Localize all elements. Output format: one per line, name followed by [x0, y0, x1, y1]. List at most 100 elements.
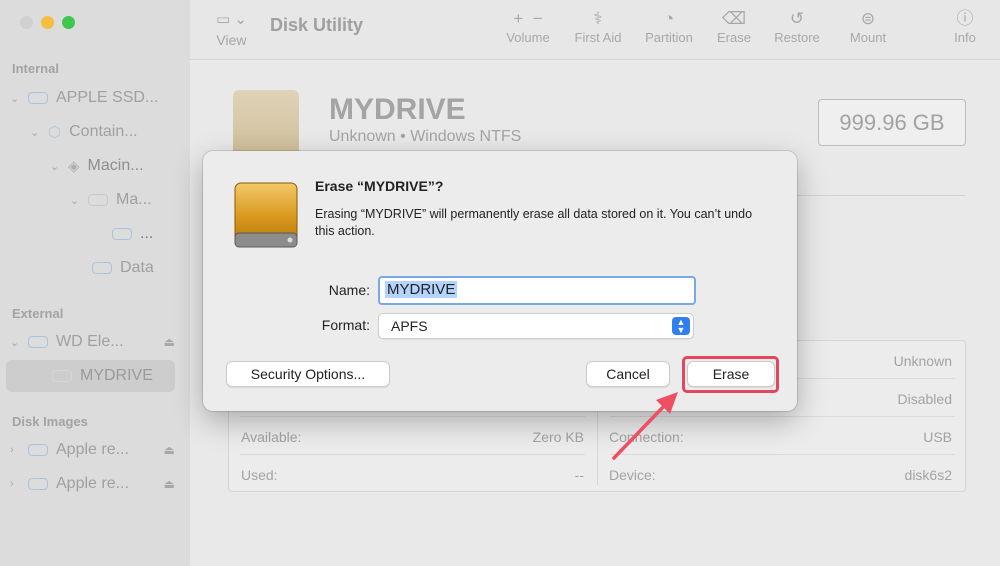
info-row-divider — [240, 454, 585, 455]
disk-icon — [28, 478, 48, 490]
sidebar-item-label: Macin... — [87, 157, 144, 174]
volume-label: Volume — [506, 30, 550, 45]
toolbar: ▭ ⌄ View Disk Utility + − Volume ⚕ First… — [190, 0, 1000, 60]
layers-icon: ◈ — [68, 158, 80, 175]
disk-icon — [28, 336, 48, 348]
plus-minus-icon: + − — [513, 9, 543, 28]
sidebar-item-macintosh[interactable]: ⌄ ◈ Macin... — [50, 153, 144, 179]
used-value: -- — [574, 467, 584, 483]
chevron-down-icon[interactable]: ⌄ — [70, 194, 80, 207]
erase-label: Erase — [717, 30, 751, 45]
sidebar-section-internal: Internal — [12, 61, 59, 76]
info-value-1: Unknown — [893, 353, 952, 369]
sidebar-item-apple-restore-1[interactable]: › Apple re... ⏏ — [10, 437, 175, 463]
used-label: Used: — [241, 467, 278, 483]
pie-icon: ◔ — [663, 9, 675, 28]
sidebar-section-disk-images: Disk Images — [12, 414, 88, 429]
sidebar-item-container[interactable]: ⌄ ⬡ Contain... — [30, 119, 138, 145]
chevron-down-icon[interactable]: ⌄ — [50, 160, 60, 173]
sidebar-toggle-icon: ▭ ⌄ — [216, 11, 247, 28]
mount-label: Mount — [849, 30, 887, 45]
available-label: Available: — [241, 429, 302, 445]
sidebar-item-data[interactable]: Data — [92, 255, 154, 281]
info-label: Info — [954, 30, 976, 45]
zoom-window-button[interactable] — [62, 16, 75, 29]
sidebar-item-label: Contain... — [69, 123, 138, 140]
name-input-value: MYDRIVE — [385, 281, 458, 298]
restore-button[interactable]: ↺ Restore — [770, 8, 824, 45]
sidebar-item-label: Apple re... — [56, 441, 129, 458]
format-select-value: APFS — [391, 318, 428, 334]
device-label: Device: — [609, 467, 656, 483]
disk-icon — [52, 370, 72, 382]
sidebar-item-apple-restore-2[interactable]: › Apple re... ⏏ — [10, 471, 175, 497]
eject-icon[interactable]: ⏏ — [164, 477, 175, 491]
name-label: Name: — [328, 282, 370, 298]
restore-icon: ↺ — [789, 9, 805, 28]
eject-icon[interactable]: ⏏ — [164, 335, 175, 349]
disk-icon — [88, 194, 108, 206]
partition-button[interactable]: ◔ Partition — [640, 8, 698, 45]
chevron-down-icon[interactable]: ⌄ — [10, 336, 20, 349]
erase-button-highlight — [682, 356, 779, 393]
info-value-2: Disabled — [897, 391, 952, 407]
connection-value: USB — [923, 429, 952, 445]
window-title: Disk Utility — [270, 15, 364, 35]
drive-capacity: 999.96 GB — [818, 99, 966, 146]
disk-icon — [92, 262, 112, 274]
drive-icon — [233, 90, 299, 160]
disk-icon — [28, 92, 48, 104]
chevron-right-icon[interactable]: › — [10, 444, 20, 456]
sidebar-item-mydrive[interactable]: MYDRIVE — [52, 363, 153, 389]
erase-toolbar-button[interactable]: ⌫ Erase — [712, 8, 756, 45]
partition-label: Partition — [645, 30, 693, 45]
sidebar-item-label: ... — [140, 225, 154, 242]
annotation-arrow-icon — [612, 392, 678, 460]
sidebar-item-label: Apple re... — [56, 475, 129, 492]
info-button[interactable]: ⓘ Info — [950, 8, 980, 45]
security-options-button[interactable]: Security Options... — [226, 361, 390, 387]
sidebar-item-wd-elements[interactable]: ⌄ WD Ele... ⏏ — [10, 329, 175, 355]
dialog-title: Erase “MYDRIVE”? — [315, 178, 444, 194]
cancel-button[interactable]: Cancel — [586, 361, 670, 387]
close-window-button[interactable] — [20, 16, 33, 29]
sidebar: Internal ⌄ APPLE SSD... ⌄ ⬡ Contain... ⌄… — [0, 0, 190, 566]
up-down-chevron-icon: ▲ ▼ — [672, 317, 690, 335]
eraser-icon: ⌫ — [721, 9, 747, 28]
first-aid-label: First Aid — [574, 30, 622, 45]
dialog-message: Erasing “MYDRIVE” will permanently erase… — [315, 207, 753, 238]
format-select[interactable]: APFS ▲ ▼ — [378, 313, 694, 339]
sidebar-section-external: External — [12, 306, 64, 321]
view-menu-button[interactable]: ▭ ⌄ View — [216, 10, 247, 48]
chevron-down-icon[interactable]: ⌄ — [30, 126, 40, 139]
mount-button[interactable]: ⊜ Mount — [845, 8, 891, 45]
disk-icon — [112, 228, 132, 240]
eject-icon[interactable]: ⏏ — [164, 443, 175, 457]
sidebar-item-label: Data — [120, 259, 154, 276]
minimize-window-button[interactable] — [41, 16, 54, 29]
available-value: Zero KB — [532, 429, 584, 445]
restore-label: Restore — [774, 30, 820, 45]
sidebar-item-label: Ma... — [116, 191, 152, 208]
format-label: Format: — [321, 317, 370, 333]
sidebar-item-apple-ssd[interactable]: ⌄ APPLE SSD... — [10, 85, 180, 111]
device-value: disk6s2 — [904, 467, 952, 483]
chevron-right-icon[interactable]: › — [10, 478, 20, 490]
chevron-down-icon[interactable]: ⌄ — [10, 92, 20, 105]
sidebar-item-ma[interactable]: ⌄ Ma... — [70, 187, 152, 213]
drive-name: MYDRIVE — [329, 93, 466, 126]
sidebar-item-snapshot[interactable]: ... — [112, 221, 153, 247]
drive-subtitle: Unknown • Windows NTFS — [329, 128, 522, 145]
mount-icon: ⊜ — [860, 9, 876, 28]
volume-button[interactable]: + − Volume — [500, 8, 556, 45]
stethoscope-icon: ⚕ — [593, 9, 603, 28]
name-input[interactable]: MYDRIVE — [378, 276, 696, 305]
window-controls — [20, 16, 75, 29]
sidebar-item-label: WD Ele... — [56, 333, 124, 350]
info-row-divider — [240, 416, 585, 417]
info-icon: ⓘ — [956, 9, 974, 28]
first-aid-button[interactable]: ⚕ First Aid — [570, 8, 626, 45]
view-label: View — [216, 32, 247, 48]
disk-icon — [28, 444, 48, 456]
container-icon: ⬡ — [48, 124, 62, 141]
